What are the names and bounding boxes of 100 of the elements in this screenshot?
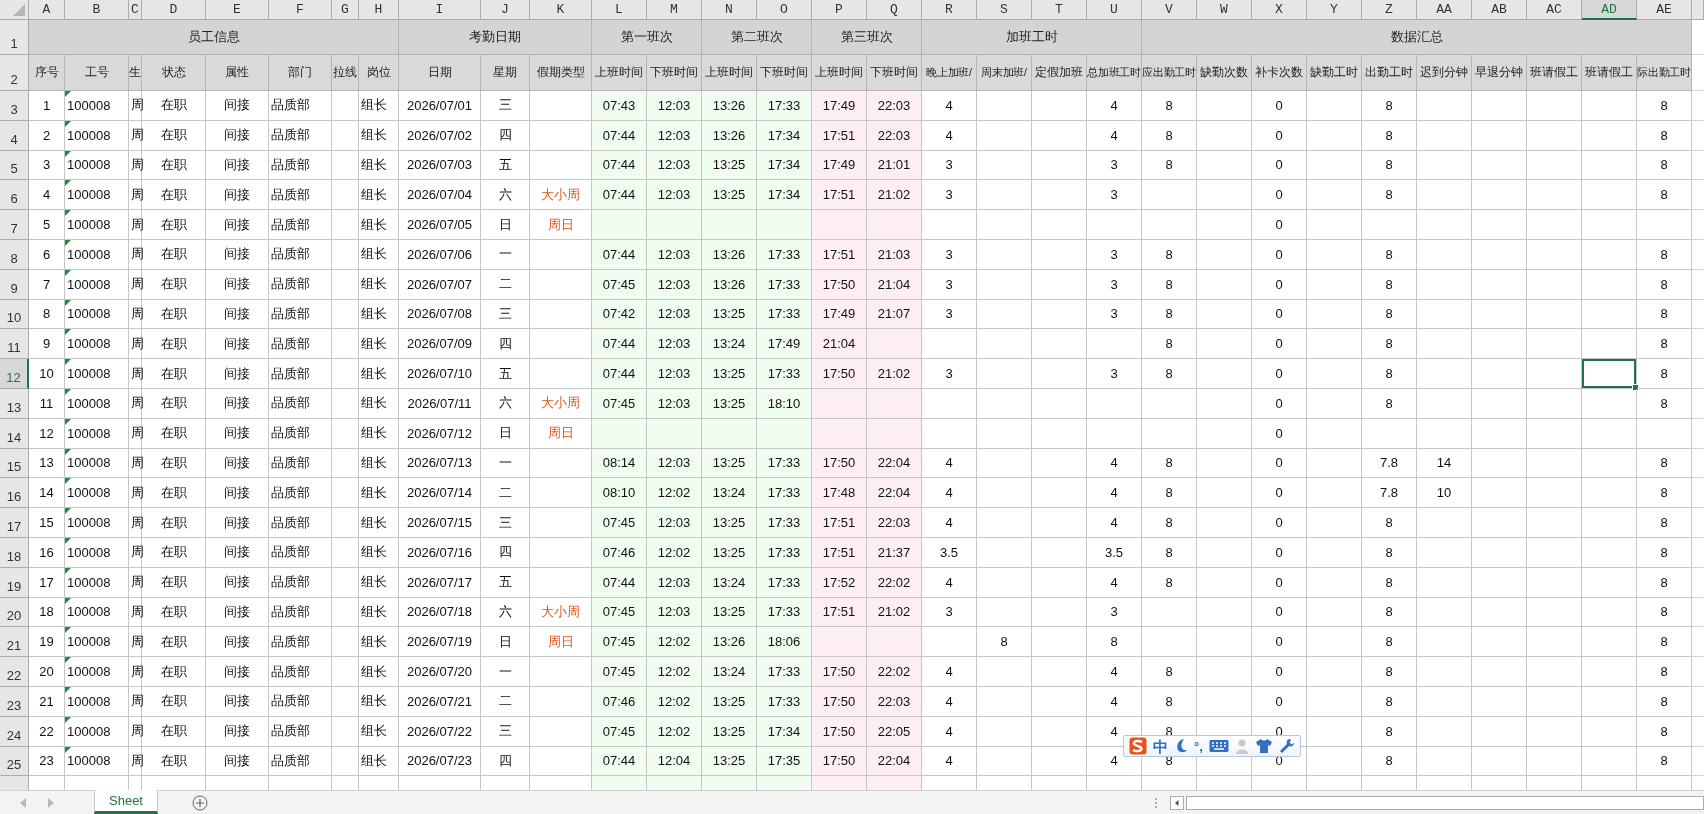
column-header: 早退分钟 (1472, 55, 1527, 91)
table-cell: 7.8 (1362, 478, 1417, 509)
row-number[interactable]: 6 (0, 180, 29, 211)
table-cell: 2026/07/09 (399, 329, 481, 360)
table-cell (1197, 180, 1252, 211)
column-letter[interactable]: Y (1307, 0, 1362, 20)
row-number[interactable]: 21 (0, 627, 29, 658)
column-letter[interactable]: W (1197, 0, 1252, 20)
add-sheet-icon[interactable] (192, 794, 208, 811)
row-number[interactable]: 4 (0, 120, 29, 151)
row-number[interactable]: 9 (0, 269, 29, 300)
column-letter[interactable]: A (29, 0, 65, 20)
column-letter[interactable]: M (647, 0, 702, 20)
select-all-corner[interactable] (0, 0, 29, 20)
row-number[interactable]: 19 (0, 567, 29, 598)
row-number[interactable]: 16 (0, 478, 29, 509)
table-cell: 13:25 (702, 746, 757, 777)
table-cell: 12:03 (647, 150, 702, 181)
table-cell: 8 (1637, 150, 1692, 181)
column-letter[interactable]: AB (1472, 0, 1527, 20)
table-cell: 品质部 (269, 657, 332, 687)
column-header: 生 (129, 55, 142, 91)
row-number[interactable]: 22 (0, 657, 29, 687)
sheet-tab[interactable]: Sheet (94, 790, 158, 814)
wrench-icon[interactable] (1278, 738, 1295, 754)
table-cell (1527, 359, 1582, 389)
column-header: 总加班工时 (1087, 55, 1142, 91)
table-cell: 07:45 (592, 269, 647, 300)
row-number[interactable]: 20 (0, 597, 29, 628)
previous-sheet-icon[interactable] (18, 796, 28, 809)
keyboard-icon[interactable] (1208, 739, 1229, 753)
row-number[interactable]: 5 (0, 150, 29, 181)
column-letter[interactable]: F (269, 0, 332, 20)
table-cell (1087, 329, 1142, 360)
column-letter[interactable]: X (1252, 0, 1307, 20)
group-header: 第二班次 (702, 20, 812, 55)
next-sheet-icon[interactable] (46, 796, 56, 809)
shirt-icon[interactable] (1254, 738, 1273, 754)
column-letter[interactable]: V (1142, 0, 1197, 20)
column-letter[interactable]: E (206, 0, 269, 20)
column-letter[interactable]: B (65, 0, 129, 20)
splitter-handle-icon[interactable] (1154, 795, 1158, 810)
scroll-left-icon[interactable] (1170, 795, 1184, 810)
column-letter[interactable]: P (812, 0, 867, 20)
row-number[interactable]: 23 (0, 686, 29, 717)
table-cell (1032, 299, 1087, 330)
row-number[interactable]: 17 (0, 508, 29, 538)
table-cell: 间接 (206, 597, 269, 628)
table-cell (1197, 91, 1252, 121)
row-number[interactable]: 12 (0, 359, 29, 389)
column-letter[interactable]: AA (1417, 0, 1472, 20)
row-number[interactable]: 3 (0, 91, 29, 121)
row-number[interactable]: 2 (0, 55, 29, 91)
column-letter[interactable]: Z (1362, 0, 1417, 20)
row-number[interactable]: 18 (0, 537, 29, 568)
column-letter[interactable]: G (332, 0, 359, 20)
column-letter[interactable]: L (592, 0, 647, 20)
row-number[interactable]: 1 (0, 20, 29, 55)
row-number[interactable]: 13 (0, 388, 29, 419)
table-cell (1472, 746, 1527, 777)
table-cell (1032, 567, 1087, 598)
column-letter[interactable]: O (757, 0, 812, 20)
row-number[interactable]: 8 (0, 240, 29, 270)
horizontal-scrollbar[interactable] (1170, 794, 1704, 811)
column-letter[interactable]: J (481, 0, 530, 20)
column-letter[interactable]: D (142, 0, 206, 20)
column-header: 上班时间 (592, 55, 647, 91)
column-letter[interactable]: AD (1582, 0, 1637, 20)
column-letter[interactable]: H (359, 0, 399, 20)
moon-icon[interactable] (1174, 738, 1188, 754)
table-cell: 12:04 (647, 746, 702, 777)
column-letter[interactable]: I (399, 0, 481, 20)
column-letter[interactable]: T (1032, 0, 1087, 20)
row-number[interactable]: 7 (0, 210, 29, 240)
table-cell (1032, 418, 1087, 449)
column-letter[interactable]: Q (867, 0, 922, 20)
column-letter[interactable]: U (1087, 0, 1142, 20)
column-letter[interactable]: R (922, 0, 977, 20)
table-cell: 13:24 (702, 478, 757, 509)
column-letter[interactable]: AE (1637, 0, 1692, 20)
column-letter[interactable]: K (530, 0, 592, 20)
table-cell: 周 (129, 180, 142, 211)
table-cell: 17:50 (812, 716, 867, 747)
table-cell: 17:34 (757, 150, 812, 181)
row-number[interactable]: 25 (0, 746, 29, 777)
row-number[interactable]: 15 (0, 448, 29, 479)
column-letter[interactable]: AC (1527, 0, 1582, 20)
group-header: 数据汇总 (1142, 20, 1692, 55)
table-cell: 在职 (142, 150, 206, 181)
row-number[interactable]: 24 (0, 716, 29, 747)
ime-logo-icon[interactable] (1129, 737, 1147, 755)
row-number[interactable]: 10 (0, 299, 29, 330)
table-cell: 6 (29, 240, 65, 270)
table-cell: 四 (481, 746, 530, 777)
column-letter[interactable]: S (977, 0, 1032, 20)
row-number[interactable]: 11 (0, 329, 29, 360)
punctuation-toggle[interactable]: °, (1194, 739, 1203, 753)
column-letter[interactable]: C (129, 0, 142, 20)
column-letter[interactable]: N (702, 0, 757, 20)
row-number[interactable]: 14 (0, 418, 29, 449)
